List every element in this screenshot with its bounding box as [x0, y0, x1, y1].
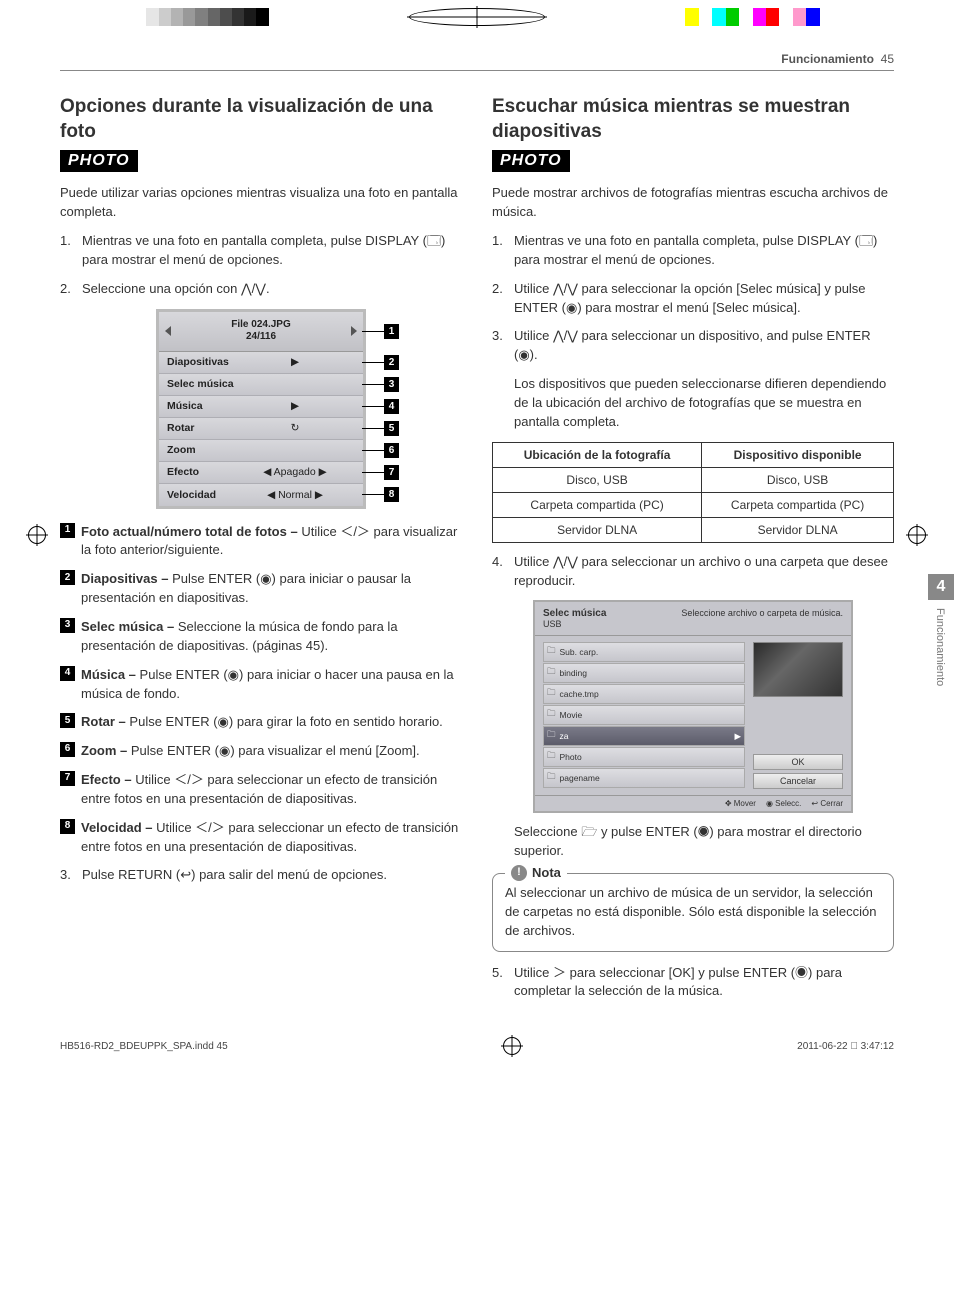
registration-mark: [409, 8, 545, 26]
note-icon: !: [511, 865, 527, 881]
heading-music: Escuchar música mientras se muestran dia…: [492, 95, 894, 144]
folder-item: 🗀cache.tmp: [543, 684, 745, 704]
photo-tag: PHOTO: [60, 150, 138, 172]
file-browser: Selec músicaUSBSeleccione archivo o carp…: [533, 600, 853, 813]
device-table: Ubicación de la fotografíaDispositivo di…: [492, 442, 894, 543]
ok-button[interactable]: OK: [753, 754, 843, 770]
folder-icon: 🗀: [547, 645, 556, 659]
folder-icon: 🗀: [547, 750, 556, 764]
right-column: Escuchar música mientras se muestran dia…: [492, 95, 894, 1011]
photo-tag: PHOTO: [492, 150, 570, 172]
step-3: Pulse RETURN (↩) para salir del menú de …: [60, 866, 462, 885]
running-header: Funcionamiento 45: [60, 44, 894, 71]
side-tab: 4 Funcionamiento: [928, 574, 954, 694]
folder-icon: 🗀: [547, 771, 556, 785]
preview-thumb: [753, 642, 843, 697]
left-column: Opciones durante la visualización de una…: [60, 95, 462, 1011]
folder-icon: 🗀: [547, 708, 556, 722]
osd-menu: File 024.JPG24/116 1 Diapositivas▶2 Sele…: [156, 309, 366, 509]
folder-item: 🗀Photo: [543, 747, 745, 767]
folder-item-selected: 🗀za▶: [543, 726, 745, 746]
folder-item: 🗀binding: [543, 663, 745, 683]
folder-item: 🗀Movie: [543, 705, 745, 725]
registration-mark: [503, 1037, 521, 1055]
folder-icon: 🗀: [547, 666, 556, 680]
folder-item: 🗀pagename: [543, 768, 745, 788]
intro: Puede utilizar varias opciones mientras …: [60, 184, 462, 222]
step-2: Seleccione una opción con ⋀/⋁.: [60, 280, 462, 299]
folder-icon: 🗀: [547, 729, 556, 743]
note-box: !Nota Al seleccionar un archivo de músic…: [492, 873, 894, 952]
heading-options: Opciones durante la visualización de una…: [60, 95, 462, 144]
folder-item: 🗀Sub. carp.: [543, 642, 745, 662]
page-footer: HB516-RD2_BDEUPPK_SPA.indd 45 2011-06-22…: [0, 1031, 954, 1061]
folder-icon: 🗀: [547, 687, 556, 701]
callout-descriptions: 1Foto actual/número total de fotos – Uti…: [60, 523, 462, 857]
color-bars-top: [0, 8, 954, 26]
cancel-button[interactable]: Cancelar: [753, 773, 843, 789]
step-1: Mientras ve una foto en pantalla complet…: [60, 232, 462, 270]
